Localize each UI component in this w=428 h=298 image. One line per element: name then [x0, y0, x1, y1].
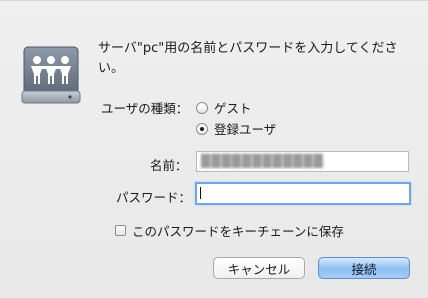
text-cursor — [200, 187, 201, 199]
radio-registered-user[interactable]: 登録ユーザ — [196, 119, 276, 138]
radio-registered-user-dot[interactable] — [196, 122, 208, 135]
connect-button[interactable]: 接続 — [318, 257, 410, 279]
save-to-keychain-checkbox[interactable]: このパスワードをキーチェーンに保存 — [115, 221, 344, 240]
name-field[interactable]: ████████████ — [196, 151, 409, 172]
user-type-label: ユーザの種類： — [101, 101, 189, 116]
name-label: 名前： — [150, 158, 188, 173]
checkbox-box[interactable] — [115, 225, 126, 236]
radio-guest-dot[interactable] — [196, 101, 208, 114]
radio-registered-user-label: 登録ユーザ — [214, 122, 277, 137]
cancel-button[interactable]: キャンセル — [213, 257, 305, 279]
connect-to-server-dialog: サーバ"pc"用の名前とパスワードを入力してください。 ユーザの種類： ゲスト … — [0, 0, 428, 298]
name-field-value: ████████████ — [201, 154, 324, 168]
radio-guest[interactable]: ゲスト — [196, 98, 252, 117]
prompt-message: サーバ"pc"用の名前とパスワードを入力してください。 — [98, 41, 398, 76]
password-label: パスワード： — [116, 190, 192, 205]
save-to-keychain-label: このパスワードをキーチェーンに保存 — [132, 224, 344, 239]
network-server-icon — [21, 46, 81, 104]
radio-guest-label: ゲスト — [214, 101, 252, 116]
password-field[interactable] — [195, 182, 411, 205]
